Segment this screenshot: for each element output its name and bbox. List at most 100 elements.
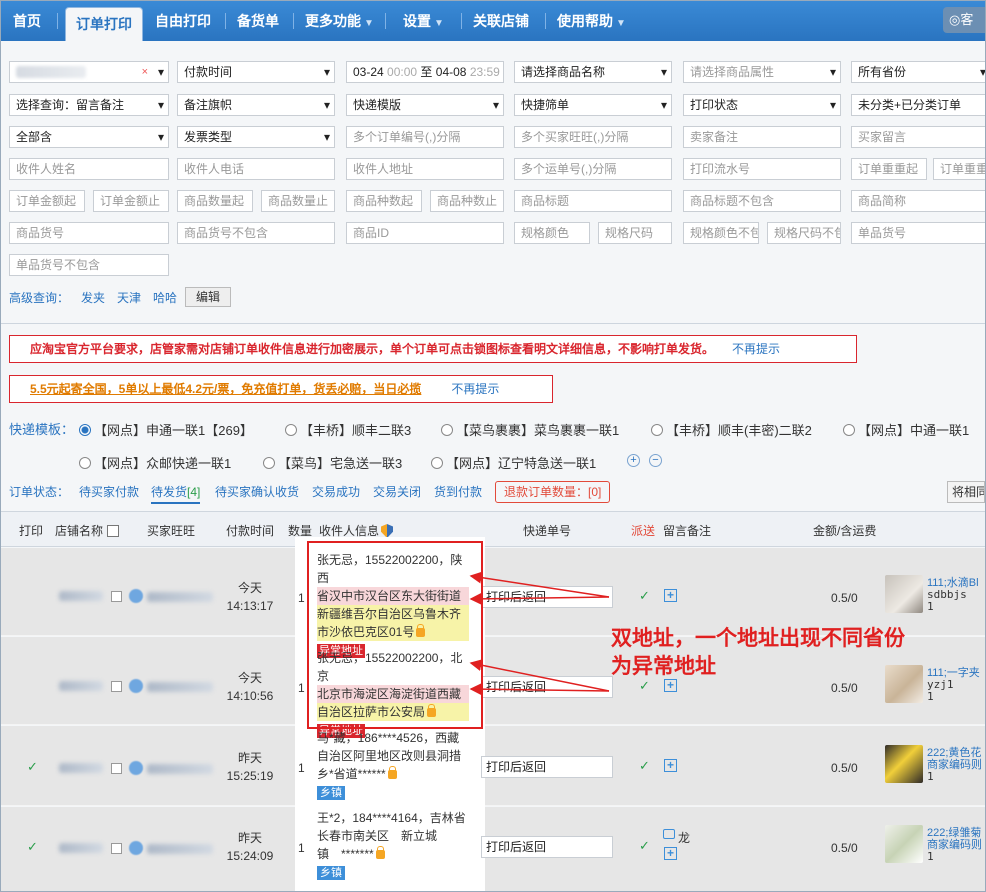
product-title[interactable]: 222;黄色花 bbox=[927, 747, 982, 759]
row-checkbox[interactable] bbox=[111, 763, 122, 774]
sku-no-exclude-input[interactable]: 商品货号不包含 bbox=[177, 222, 335, 244]
row-checkbox[interactable] bbox=[111, 843, 122, 854]
product-title[interactable]: 222;绿雏菊 bbox=[927, 827, 982, 839]
memo-icon[interactable] bbox=[663, 829, 675, 839]
promo-text[interactable]: 5.5元起寄全国，5单以上最低4.2元/票，免充值打单，货丢必赔，当日必揽 bbox=[30, 382, 421, 396]
add-memo-icon[interactable]: + bbox=[664, 847, 677, 860]
shop-select[interactable]: × bbox=[9, 61, 169, 83]
qty-to-input[interactable]: 商品数量止 bbox=[261, 190, 335, 212]
title-exclude-input[interactable]: 商品标题不包含 bbox=[683, 190, 841, 212]
refund-count-badge[interactable]: 退款订单数量：[0] bbox=[495, 481, 611, 503]
express-no-input[interactable]: 打印后返回 bbox=[481, 676, 613, 698]
add-template-icon[interactable]: + bbox=[627, 454, 640, 467]
express-no-input[interactable]: 打印后返回 bbox=[481, 586, 613, 608]
nav-more-features[interactable]: 更多功能 ▼ bbox=[295, 1, 384, 41]
tab-awaiting-receipt[interactable]: 待买家确认收货 bbox=[215, 483, 299, 500]
clear-icon[interactable]: × bbox=[142, 62, 148, 82]
nav-stock-list[interactable]: 备货单 bbox=[227, 1, 289, 41]
nav-order-print[interactable]: 订单打印 bbox=[65, 7, 143, 41]
product-name-select[interactable]: 请选择商品名称 bbox=[514, 61, 672, 83]
wangwang-icon[interactable] bbox=[129, 679, 143, 693]
waybill-numbers-input[interactable]: 多个运单号(,)分隔 bbox=[514, 158, 672, 180]
single-no-input[interactable]: 单品货号 bbox=[851, 222, 985, 244]
merge-same-button[interactable]: 将相同 bbox=[947, 481, 985, 503]
tab-cod[interactable]: 货到付款 bbox=[434, 483, 482, 500]
express-option[interactable]: 【网点】辽宁特急送一联1 bbox=[431, 453, 596, 472]
wangwang-icon[interactable] bbox=[129, 841, 143, 855]
express-option[interactable]: 【菜鸟裹裹】菜鸟裹裹一联1 bbox=[441, 420, 619, 439]
tab-closed[interactable]: 交易关闭 bbox=[373, 483, 421, 500]
category-select[interactable]: 未分类+已分类订单 bbox=[851, 94, 985, 116]
spec-color-exclude-input[interactable]: 规格颜色不包 bbox=[683, 222, 759, 244]
dismiss-link[interactable]: 不再提示 bbox=[732, 342, 780, 356]
buyer-message-input[interactable]: 买家留言 bbox=[851, 126, 985, 148]
order-numbers-input[interactable]: 多个订单编号(,)分隔 bbox=[346, 126, 504, 148]
tab-completed[interactable]: 交易成功 bbox=[312, 483, 360, 500]
edit-button[interactable]: 编辑 bbox=[185, 287, 231, 307]
dismiss-link[interactable]: 不再提示 bbox=[451, 382, 499, 396]
sku-no-input[interactable]: 商品货号 bbox=[9, 222, 169, 244]
tab-awaiting-payment[interactable]: 待买家付款 bbox=[79, 483, 139, 500]
kinds-to-input[interactable]: 商品种数止 bbox=[430, 190, 504, 212]
product-attr-select[interactable]: 请选择商品属性 bbox=[683, 61, 841, 83]
select-all-checkbox[interactable] bbox=[107, 525, 120, 537]
recipient-address-input[interactable]: 收件人地址 bbox=[346, 158, 504, 180]
short-name-input[interactable]: 商品简称 bbox=[851, 190, 985, 212]
weight-from-input[interactable]: 订单重重起 bbox=[851, 158, 927, 180]
product-thumbnail[interactable] bbox=[885, 575, 923, 613]
title-input[interactable]: 商品标题 bbox=[514, 190, 672, 212]
express-option[interactable]: 【菜鸟】宅急送一联3 bbox=[263, 453, 402, 472]
add-memo-icon[interactable]: + bbox=[664, 759, 677, 772]
nav-home[interactable]: 首页 bbox=[3, 1, 51, 41]
recipient-phone-input[interactable]: 收件人电话 bbox=[177, 158, 335, 180]
product-thumbnail[interactable] bbox=[885, 825, 923, 863]
adv-link-0[interactable]: 发夹 bbox=[81, 291, 105, 305]
kinds-from-input[interactable]: 商品种数起 bbox=[346, 190, 422, 212]
nav-help[interactable]: 使用帮助 ▼ bbox=[547, 1, 636, 41]
query-type-select[interactable]: 选择查询：留言备注 bbox=[9, 94, 169, 116]
shield-icon[interactable] bbox=[381, 524, 394, 538]
single-no-exclude-input[interactable]: 单品货号不包含 bbox=[9, 254, 169, 276]
express-option[interactable]: 【网点】中通一联1 bbox=[843, 420, 969, 439]
wangwang-icon[interactable] bbox=[129, 589, 143, 603]
express-option[interactable]: 【丰桥】顺丰二联3 bbox=[285, 420, 411, 439]
adv-link-2[interactable]: 哈哈 bbox=[153, 291, 177, 305]
express-no-input[interactable]: 打印后返回 bbox=[481, 836, 613, 858]
spec-color-input[interactable]: 规格颜色 bbox=[514, 222, 590, 244]
product-id-input[interactable]: 商品ID bbox=[346, 222, 504, 244]
amount-from-input[interactable]: 订单金额起 bbox=[9, 190, 85, 212]
adv-link-1[interactable]: 天津 bbox=[117, 291, 141, 305]
print-status-select[interactable]: 打印状态 bbox=[683, 94, 841, 116]
nav-user-button[interactable]: ◎客 bbox=[943, 7, 985, 33]
province-select[interactable]: 所有省份 bbox=[851, 61, 985, 83]
lock-icon[interactable] bbox=[387, 766, 397, 779]
lock-icon[interactable] bbox=[375, 846, 385, 859]
express-no-input[interactable]: 打印后返回 bbox=[481, 756, 613, 778]
memo-flag-select[interactable]: 备注旗帜 bbox=[177, 94, 335, 116]
wangwang-icon[interactable] bbox=[129, 761, 143, 775]
nav-free-print[interactable]: 自由打印 bbox=[145, 1, 221, 41]
row-checkbox[interactable] bbox=[111, 681, 122, 692]
qty-from-input[interactable]: 商品数量起 bbox=[177, 190, 253, 212]
express-option[interactable]: 【网点】众邮快递一联1 bbox=[79, 453, 231, 472]
buyer-ww-input[interactable]: 多个买家旺旺(,)分隔 bbox=[514, 126, 672, 148]
product-thumbnail[interactable] bbox=[885, 745, 923, 783]
time-type-select[interactable]: 付款时间 bbox=[177, 61, 335, 83]
express-option[interactable]: 【丰桥】顺丰(丰密)二联2 bbox=[651, 420, 812, 439]
weight-to-input[interactable]: 订单重重 bbox=[933, 158, 985, 180]
print-serial-input[interactable]: 打印流水号 bbox=[683, 158, 841, 180]
seller-memo-input[interactable]: 卖家备注 bbox=[683, 126, 841, 148]
tab-awaiting-shipment[interactable]: 待发货[4] bbox=[151, 483, 201, 504]
nav-settings[interactable]: 设置 ▼ bbox=[393, 1, 454, 41]
contains-select[interactable]: 全部含 bbox=[9, 126, 169, 148]
recipient-name-input[interactable]: 收件人姓名 bbox=[9, 158, 169, 180]
quick-filter-select[interactable]: 快捷筛单 bbox=[514, 94, 672, 116]
nav-linked-shops[interactable]: 关联店铺 bbox=[463, 1, 539, 41]
invoice-type-select[interactable]: 发票类型 bbox=[177, 126, 335, 148]
express-option[interactable]: 【网点】申通一联1【269】 bbox=[79, 420, 253, 439]
row-checkbox[interactable] bbox=[111, 591, 122, 602]
spec-size-input[interactable]: 规格尺码 bbox=[598, 222, 672, 244]
spec-size-exclude-input[interactable]: 规格尺码不包 bbox=[767, 222, 841, 244]
amount-to-input[interactable]: 订单金额止 bbox=[93, 190, 169, 212]
express-template-select[interactable]: 快递模版 bbox=[346, 94, 504, 116]
